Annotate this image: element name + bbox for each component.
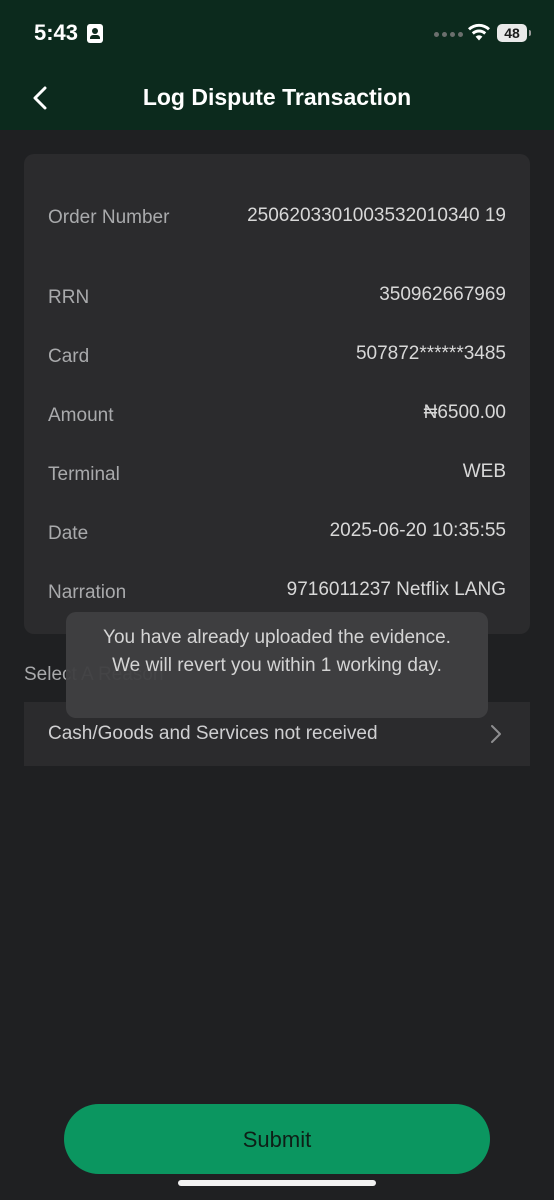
submit-button[interactable]: Submit [64,1104,490,1174]
terminal-value: WEB [462,461,506,482]
toast-message: You have already uploaded the evidence. … [66,612,488,718]
status-time: 5:43 [34,20,79,45]
dispute-screen: 5:43 48 Log Dispute Transaction Order Nu… [0,0,554,1200]
chevron-right-icon [491,725,501,743]
narration-value: 9716011237 Netflix LANG [286,579,506,600]
wifi-icon [468,23,490,41]
app-header: 5:43 48 Log Dispute Transaction [0,0,554,130]
terminal-label: Terminal [48,464,120,485]
order-number-label: Order Number [48,207,170,228]
home-indicator [178,1180,376,1186]
amount-label: Amount [48,405,114,426]
page-title: Log Dispute Transaction [142,84,412,110]
card-label: Card [48,346,90,367]
date-label: Date [48,523,89,544]
selected-reason: Cash/Goods and Services not received [48,723,378,744]
amount-value: ₦6500.00 [423,402,506,423]
rrn-value: 350962667969 [379,284,506,305]
narration-label: Narration [48,582,127,603]
rrn-label: RRN [48,287,90,308]
card-value: 507872******3485 [355,343,506,364]
battery-icon: 48 [497,24,531,42]
order-number-value: 2506203301003532010340 19 [247,205,506,226]
transaction-details-card: Order Number 2506203301003532010340 19 R… [24,154,530,634]
date-value: 2025-06-20 10:35:55 [329,520,506,541]
contact-card-icon [87,24,103,43]
signal-icon [434,32,463,37]
